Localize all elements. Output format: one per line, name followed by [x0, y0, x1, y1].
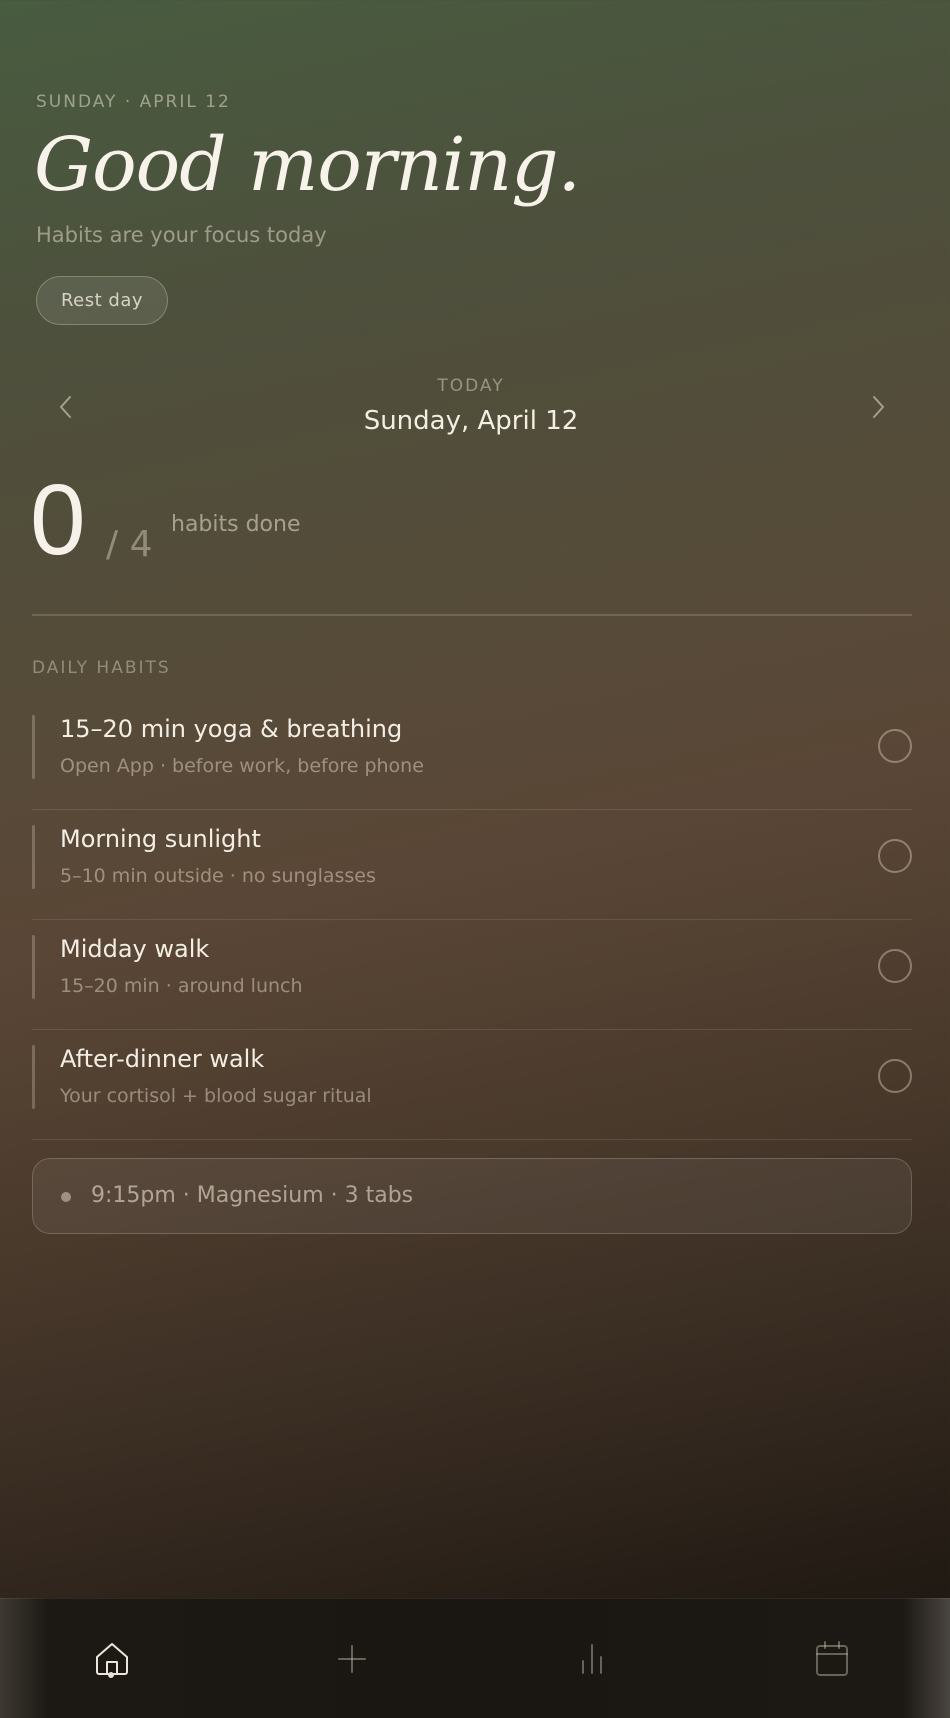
habit-title: After-dinner walk	[60, 1045, 265, 1073]
bar-chart-icon	[582, 1644, 602, 1674]
habit-row[interactable]: Morning sunlight 5–10 min outside · no s…	[32, 810, 912, 920]
habit-checkbox[interactable]	[878, 839, 912, 873]
tab-home[interactable]	[72, 1619, 152, 1699]
habit-subtitle: Your cortisol + blood sugar ritual	[60, 1085, 372, 1107]
date-kicker: SUNDAY · APRIL 12	[36, 92, 231, 112]
habit-checkbox[interactable]	[878, 729, 912, 763]
reminder-text: 9:15pm · Magnesium · 3 tabs	[91, 1183, 414, 1208]
habit-accent-bar	[32, 715, 35, 779]
divider	[32, 614, 912, 616]
rest-day-button[interactable]: Rest day	[36, 276, 168, 325]
reminder-dot-icon	[61, 1192, 71, 1202]
habit-accent-bar	[32, 1045, 35, 1109]
tab-calendar[interactable]	[792, 1619, 872, 1699]
habit-row[interactable]: 15–20 min yoga & breathing Open App · be…	[32, 700, 912, 810]
habit-accent-bar	[32, 825, 35, 889]
habits-total-count: / 4	[106, 524, 153, 565]
plus-icon	[338, 1645, 366, 1673]
calendar-icon	[816, 1641, 848, 1676]
greeting-subtitle: Habits are your focus today	[36, 223, 327, 247]
habit-title: Morning sunlight	[60, 825, 261, 853]
chevron-right-icon	[873, 396, 884, 418]
habit-subtitle: 15–20 min · around lunch	[60, 975, 303, 997]
habit-checkbox[interactable]	[878, 1059, 912, 1093]
tab-stats[interactable]	[552, 1619, 632, 1699]
habit-subtitle: 5–10 min outside · no sunglasses	[60, 865, 376, 887]
day-nav-kicker: TODAY	[437, 376, 505, 396]
next-day-button[interactable]	[858, 387, 898, 427]
habit-subtitle: Open App · before work, before phone	[60, 755, 424, 777]
active-tab-indicator	[108, 1672, 114, 1678]
tab-add[interactable]	[312, 1619, 392, 1699]
habit-title: 15–20 min yoga & breathing	[60, 715, 403, 743]
day-nav-date: Sunday, April 12	[363, 406, 579, 436]
habit-row[interactable]: After-dinner walk Your cortisol + blood …	[32, 1030, 912, 1140]
habits-done-count: 0	[30, 464, 86, 576]
habit-checkbox[interactable]	[878, 949, 912, 983]
section-title-daily-habits: DAILY HABITS	[32, 658, 171, 678]
reminder-card[interactable]: 9:15pm · Magnesium · 3 tabs	[32, 1158, 912, 1234]
habit-title: Midday walk	[60, 935, 210, 963]
habits-done-label: habits done	[171, 512, 301, 537]
bottom-tab-bar	[0, 1598, 950, 1718]
habit-accent-bar	[32, 935, 35, 999]
habit-row[interactable]: Midday walk 15–20 min · around lunch	[32, 920, 912, 1030]
greeting-title: Good morning.	[34, 122, 581, 208]
